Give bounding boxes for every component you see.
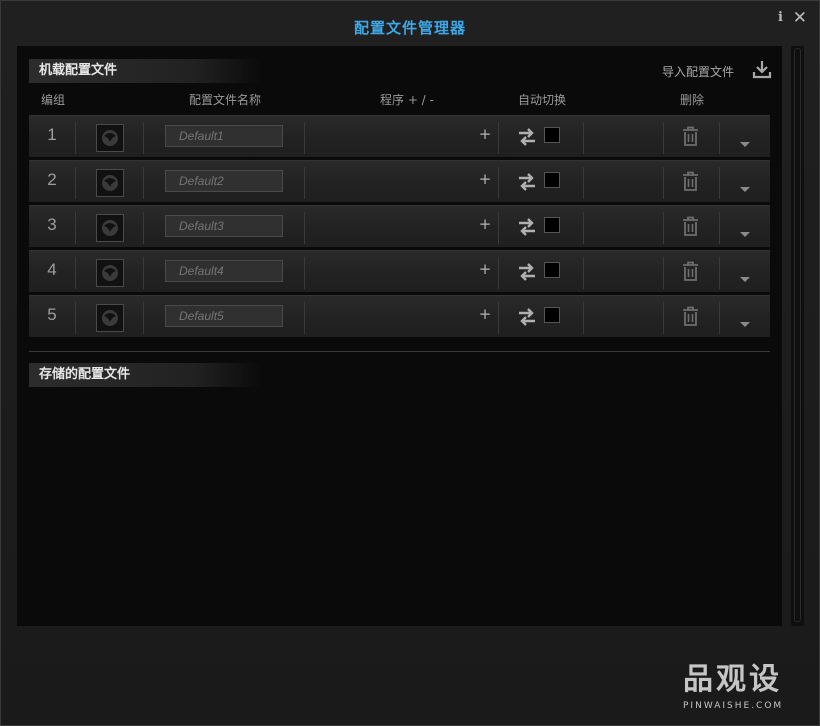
profile-name-input[interactable]	[165, 215, 283, 237]
auto-switch-checkbox[interactable]	[544, 127, 560, 143]
auto-switch-checkbox[interactable]	[544, 172, 560, 188]
chevron-down-icon[interactable]	[739, 223, 751, 242]
profile-row: 4 +	[29, 250, 770, 292]
add-program-button[interactable]: +	[478, 260, 492, 278]
add-program-button[interactable]: +	[478, 170, 492, 188]
column-header-profile-name: 配置文件名称	[189, 93, 262, 107]
add-program-button[interactable]: +	[478, 125, 492, 143]
row-number: 4	[47, 260, 57, 279]
trash-icon[interactable]	[682, 171, 699, 195]
chevron-down-icon[interactable]	[739, 268, 751, 287]
import-profile-button[interactable]: 导入配置文件	[662, 63, 734, 80]
vertical-scrollbar[interactable]	[791, 46, 804, 626]
row-number: 5	[47, 305, 57, 324]
download-icon[interactable]	[752, 59, 772, 83]
info-button[interactable]: i	[778, 10, 783, 25]
chevron-down-icon[interactable]	[739, 313, 751, 332]
section-divider	[29, 351, 770, 352]
swap-arrows-icon[interactable]	[518, 127, 536, 151]
add-program-button[interactable]: +	[478, 215, 492, 233]
watermark-logo: 品观设	[683, 662, 782, 697]
profile-manager-window: 配置文件管理器 i ✕ 机载配置文件 导入配置文件 编组 配置文件名称 程序 +…	[0, 0, 820, 726]
add-program-button[interactable]: +	[478, 305, 492, 323]
trash-icon[interactable]	[682, 306, 699, 330]
main-panel: 机载配置文件 导入配置文件 编组 配置文件名称 程序 + / - 自动切换 删除…	[17, 46, 782, 626]
column-header-auto-switch: 自动切换	[518, 93, 567, 107]
close-button[interactable]: ✕	[793, 8, 807, 28]
roccat-logo-icon[interactable]	[96, 124, 124, 152]
window-title: 配置文件管理器	[353, 19, 466, 37]
profile-name-input[interactable]	[165, 170, 283, 192]
swap-arrows-icon[interactable]	[518, 172, 536, 196]
row-number: 3	[47, 215, 57, 234]
column-header-group: 编组	[41, 93, 66, 107]
roccat-logo-icon[interactable]	[96, 259, 124, 287]
auto-switch-checkbox[interactable]	[544, 307, 560, 323]
stored-section-title: 存储的配置文件	[29, 363, 263, 387]
row-number: 1	[47, 125, 57, 144]
chevron-down-icon[interactable]	[739, 178, 751, 197]
column-header-delete: 删除	[680, 93, 705, 107]
roccat-logo-icon[interactable]	[96, 304, 124, 332]
trash-icon[interactable]	[682, 261, 699, 285]
profile-name-input[interactable]	[165, 305, 283, 327]
profile-row: 2 +	[29, 160, 770, 202]
row-number: 2	[47, 170, 57, 189]
roccat-logo-icon[interactable]	[96, 169, 124, 197]
profile-name-input[interactable]	[165, 260, 283, 282]
watermark: 品观设 PINWAISHE.COM	[683, 662, 784, 712]
swap-arrows-icon[interactable]	[518, 262, 536, 286]
profile-name-input[interactable]	[165, 125, 283, 147]
roccat-logo-icon[interactable]	[96, 214, 124, 242]
column-header-program: 程序 + / -	[380, 93, 434, 107]
onboard-section-title: 机载配置文件	[29, 59, 263, 83]
swap-arrows-icon[interactable]	[518, 217, 536, 241]
trash-icon[interactable]	[682, 126, 699, 150]
profile-row: 5 +	[29, 295, 770, 337]
auto-switch-checkbox[interactable]	[544, 217, 560, 233]
chevron-down-icon[interactable]	[739, 133, 751, 152]
watermark-url: PINWAISHE.COM	[683, 701, 784, 711]
profile-row: 1 +	[29, 115, 770, 157]
profile-row: 3 +	[29, 205, 770, 247]
auto-switch-checkbox[interactable]	[544, 262, 560, 278]
swap-arrows-icon[interactable]	[518, 307, 536, 331]
trash-icon[interactable]	[682, 216, 699, 240]
scrollbar-track[interactable]	[794, 48, 801, 622]
